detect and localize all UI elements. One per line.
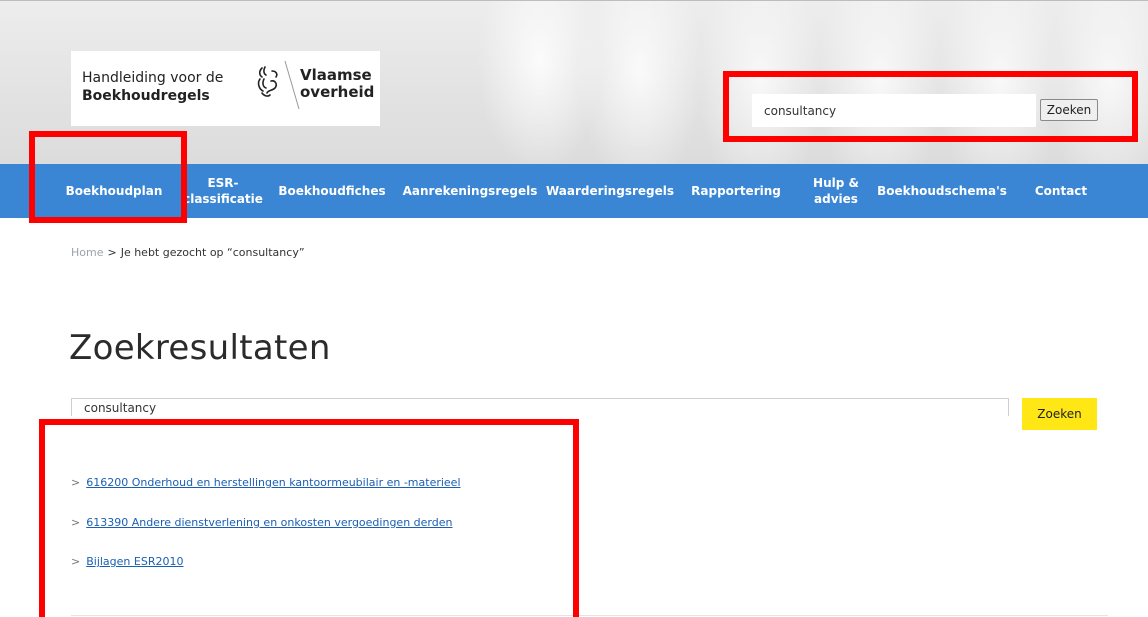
breadcrumb-home-link[interactable]: Home [71,246,103,259]
nav-item-boekhoudplan[interactable]: Boekhoudplan [56,164,172,218]
results-search-button[interactable]: Zoeken [1022,398,1097,430]
breadcrumb-current: Je hebt gezocht op “consultancy” [120,246,305,259]
logo-title-line1: Handleiding voor de [82,70,224,86]
logo-divider [284,60,300,110]
results-search-input[interactable] [71,398,1009,416]
nav-item-boekhoudfiches[interactable]: Boekhoudfiches [276,164,388,218]
chevron-right-icon: > [71,555,81,568]
flemish-lion-icon [257,66,278,97]
results-divider [71,615,1108,616]
breadcrumb-separator: > [107,246,117,259]
header-search-input[interactable] [752,94,1036,127]
nav-item-waarderingsregels[interactable]: Waarderingsregels [546,164,674,218]
chevron-right-icon: > [71,476,81,489]
search-result-item: >616200 Onderhoud en herstellingen kanto… [71,476,461,489]
logo-gov-line1: Vlaamse [300,66,372,84]
search-result-link[interactable]: 613390 Andere dienstverlening en onkoste… [86,516,452,529]
logo-gov-line2: overheid [300,83,375,101]
nav-item-rapportering[interactable]: Rapportering [682,164,790,218]
chevron-right-icon: > [71,516,81,529]
logo-title: Handleiding voor de Boekhoudregels [82,69,242,105]
breadcrumb: Home > Je hebt gezocht op “consultancy” [71,246,305,259]
nav-item-hulp-advies[interactable]: Hulp & advies [806,164,866,218]
nav-item-boekhoudschemas[interactable]: Boekhoudschema's [874,164,1010,218]
search-result-link[interactable]: 616200 Onderhoud en herstellingen kantoo… [86,476,460,489]
logo-title-line2: Boekhoudregels [82,88,210,104]
site-header: Handleiding voor de Boekhoudregels Vlaam… [0,0,1148,164]
nav-item-aanrekeningsregels[interactable]: Aanrekeningsregels [402,164,538,218]
nav-item-esr-classificatie[interactable]: ESR- classificatie [183,164,263,218]
search-result-item: > Bijlagen ESR2010 [71,555,183,568]
logo-government-name: Vlaamse overheid [300,67,374,101]
main-navigation: Boekhoudplan ESR- classificatie Boekhoud… [0,164,1148,218]
search-result-link[interactable]: Bijlagen ESR2010 [86,555,183,568]
site-logo[interactable]: Handleiding voor de Boekhoudregels Vlaam… [71,51,380,126]
page-title: Zoekresultaten [69,328,331,368]
nav-item-contact[interactable]: Contact [1024,164,1098,218]
header-search-button[interactable]: Zoeken [1040,99,1098,121]
search-result-item: >613390 Andere dienstverlening en onkost… [71,516,452,529]
